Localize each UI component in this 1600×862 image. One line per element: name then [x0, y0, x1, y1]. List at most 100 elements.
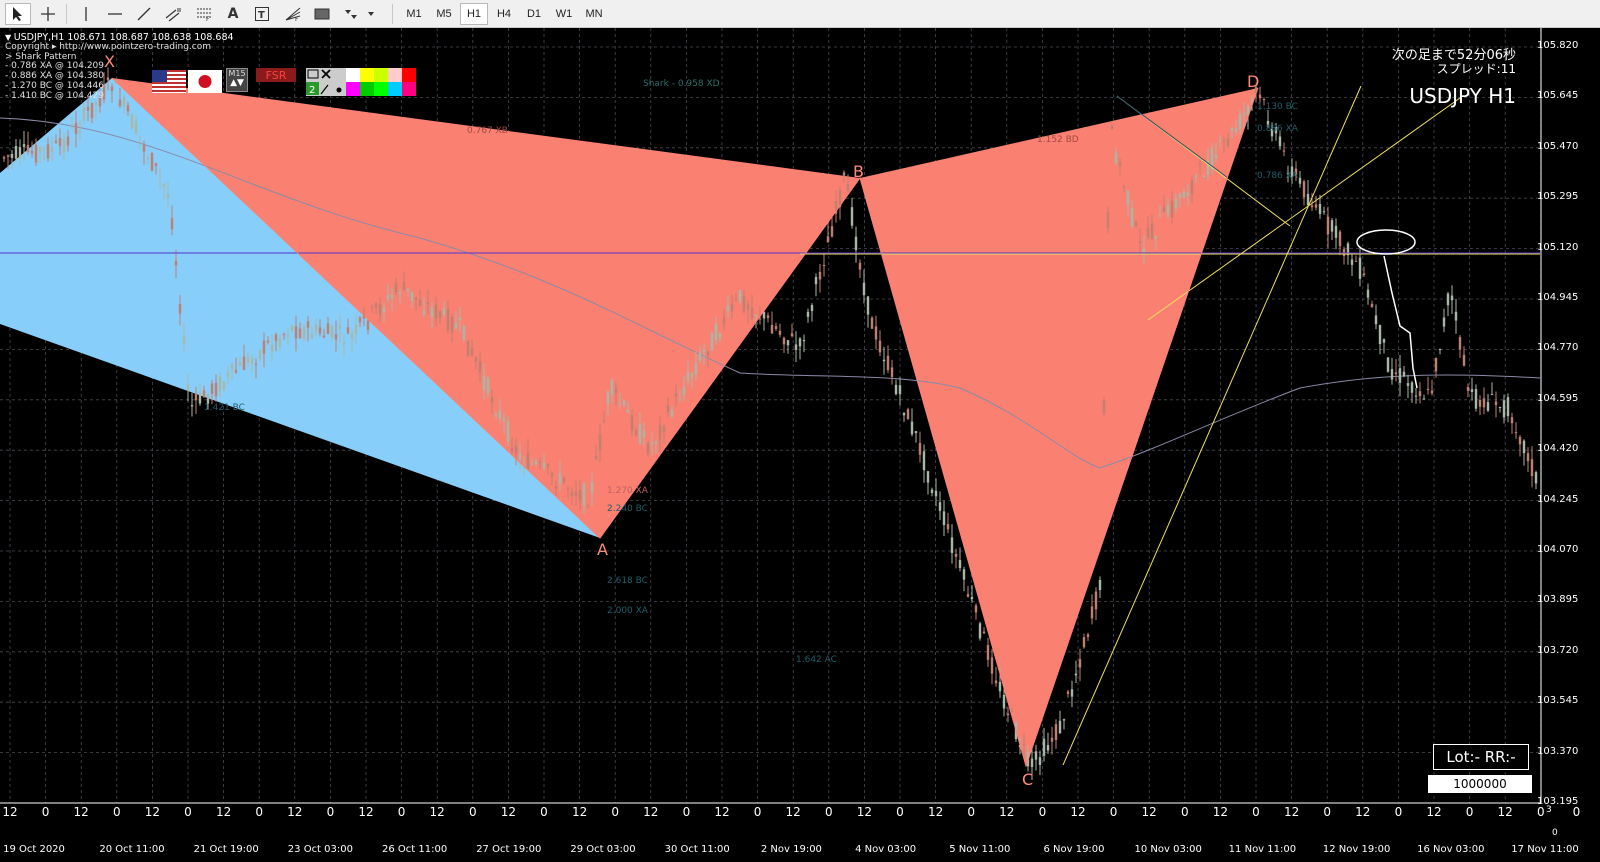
trendline-icon[interactable] — [131, 3, 157, 25]
price-tick: 103.720 — [1537, 644, 1579, 656]
lot-rr-display[interactable]: Lot:- RR:- — [1433, 744, 1529, 770]
text-icon[interactable]: A — [220, 3, 246, 25]
channel-icon[interactable] — [160, 3, 186, 25]
color-swatch[interactable] — [360, 82, 374, 96]
chart-canvas — [0, 28, 1542, 804]
hour-tick: 12 — [785, 805, 801, 819]
axis-corner-top: 3 — [1546, 805, 1552, 815]
hour-tick: 12 — [500, 805, 517, 819]
price-tick: 103.545 — [1537, 695, 1579, 707]
hour-tick: 12 — [429, 805, 445, 819]
timeframe-mn[interactable]: MN — [580, 3, 608, 25]
price-tick: 104.070 — [1537, 544, 1579, 555]
collapse-icon[interactable]: ▼ — [5, 33, 14, 42]
spread-text: スプレッド:11 — [1436, 62, 1516, 76]
fib-label: 1.152 BD — [1037, 135, 1079, 145]
arrows-icon[interactable] — [340, 3, 378, 25]
m15-panel[interactable]: M15 ▲▼ — [226, 68, 248, 92]
horizontal-line-icon[interactable] — [102, 3, 128, 25]
hour-tick: 12 — [1070, 805, 1086, 819]
date-tick: 10 Nov 03:00 — [1134, 844, 1202, 855]
price-tick: 104.770 — [1537, 342, 1579, 354]
hour-tick: 0 — [1536, 805, 1545, 819]
point-a-label: A — [597, 540, 608, 559]
date-tick: 6 Nov 19:00 — [1043, 844, 1105, 855]
date-tick: 11 Nov 11:00 — [1228, 844, 1297, 855]
date-tick: 12 Nov 19:00 — [1322, 844, 1391, 855]
timeframe-h4[interactable]: H4 — [490, 3, 518, 25]
price-tick: 105.120 — [1537, 241, 1579, 253]
rectangle-icon[interactable] — [309, 3, 335, 25]
vertical-line-icon[interactable] — [73, 3, 99, 25]
svg-text:F: F — [295, 16, 299, 22]
svg-text:F: F — [206, 16, 210, 22]
color-swatch[interactable] — [374, 68, 388, 82]
fibonacci-icon[interactable]: F — [191, 3, 217, 25]
hour-tick: 0 — [1394, 805, 1403, 819]
lot-size-input[interactable]: 1000000 — [1428, 775, 1532, 793]
timeframe-w1[interactable]: W1 — [550, 3, 578, 25]
fib-label: 1.421 BC — [204, 403, 245, 413]
date-tick: 21 Oct 19:00 — [193, 844, 259, 855]
hour-tick: 0 — [753, 805, 762, 819]
fibonacci-fan-icon[interactable]: F — [280, 3, 306, 25]
japan-flag-icon[interactable] — [188, 70, 222, 93]
hour-tick: 0 — [1572, 805, 1581, 819]
hour-tick: 12 — [571, 805, 588, 819]
hour-tick: 0 — [1323, 805, 1332, 819]
color-swatch[interactable] — [374, 82, 388, 96]
level-item: - 0.786 XA @ 104.209 — [5, 61, 104, 71]
hour-tick: 12 — [1283, 805, 1300, 819]
date-tick: 19 Oct 2020 — [3, 844, 65, 855]
point-x-label: X — [104, 52, 115, 71]
timeframe-d1[interactable]: D1 — [520, 3, 548, 25]
hour-tick: 0 — [967, 805, 976, 819]
color-swatch[interactable] — [360, 68, 374, 82]
price-chart[interactable]: ▼ USDJPY,H1 108.671 108.687 108.638 108.… — [0, 28, 1600, 862]
usa-flag-icon[interactable] — [152, 70, 186, 93]
color-swatch[interactable] — [346, 82, 360, 96]
two-label: 2 — [309, 85, 315, 96]
chart-title: USDJPY H1 — [1409, 84, 1516, 108]
point-b-label: B — [853, 162, 864, 181]
fib-label: 2.240 BC — [607, 504, 648, 514]
hour-tick: 12 — [856, 805, 873, 819]
timeframe-m1[interactable]: M1 — [400, 3, 428, 25]
fib-label: 0.886 XA — [1257, 124, 1298, 134]
text-label-icon[interactable]: T — [249, 3, 275, 25]
color-swatch[interactable] — [388, 82, 402, 96]
level-item: - 1.410 BC @ 104.429 — [5, 91, 104, 101]
hour-tick: 12 — [999, 805, 1015, 819]
copyright-text: Copyright ▸ http://www.pointzero-trading… — [5, 42, 211, 52]
date-tick: 16 Nov 03:00 — [1417, 844, 1485, 855]
timeframe-h1[interactable]: H1 — [460, 3, 488, 25]
hour-tick: 0 — [540, 805, 548, 819]
hour-tick: 0 — [326, 805, 335, 819]
hour-tick: 0 — [1109, 805, 1118, 819]
crosshair-icon[interactable] — [35, 3, 61, 25]
cursor-icon[interactable] — [5, 3, 31, 25]
price-tick: 104.945 — [1537, 292, 1579, 303]
date-tick: 2 Nov 19:00 — [760, 844, 822, 855]
hour-tick: 12 — [1212, 805, 1229, 819]
fib-label: Shark - 0.958 XD — [643, 79, 720, 89]
date-tick: 17 Nov 11:00 — [1511, 844, 1579, 855]
date-tick: 27 Oct 19:00 — [476, 844, 542, 855]
hour-tick: 0 — [1465, 805, 1474, 819]
hour-tick: 0 — [824, 805, 833, 819]
level-list: - 0.786 XA @ 104.209 - 0.886 XA @ 104.38… — [5, 61, 104, 101]
date-tick: 29 Oct 03:00 — [570, 844, 636, 855]
color-swatch[interactable] — [402, 82, 416, 96]
price-tick: 104.420 — [1537, 443, 1579, 455]
timeframe-m5[interactable]: M5 — [430, 3, 458, 25]
color-swatch[interactable] — [388, 68, 402, 82]
date-tick: 26 Oct 11:00 — [381, 844, 448, 855]
hour-tick: 0 — [1252, 805, 1260, 819]
color-swatch[interactable] — [402, 68, 416, 82]
toolbar: F A T F M1 M5 H1 H4 D1 W1 MN — [0, 0, 1600, 28]
fsr-button[interactable]: FSR — [256, 68, 296, 82]
price-tick: 103.370 — [1537, 745, 1579, 757]
fib-label: 2.618 BC — [607, 576, 648, 586]
fib-label: 1.130 BC — [1257, 102, 1298, 112]
color-swatch[interactable] — [346, 68, 360, 82]
